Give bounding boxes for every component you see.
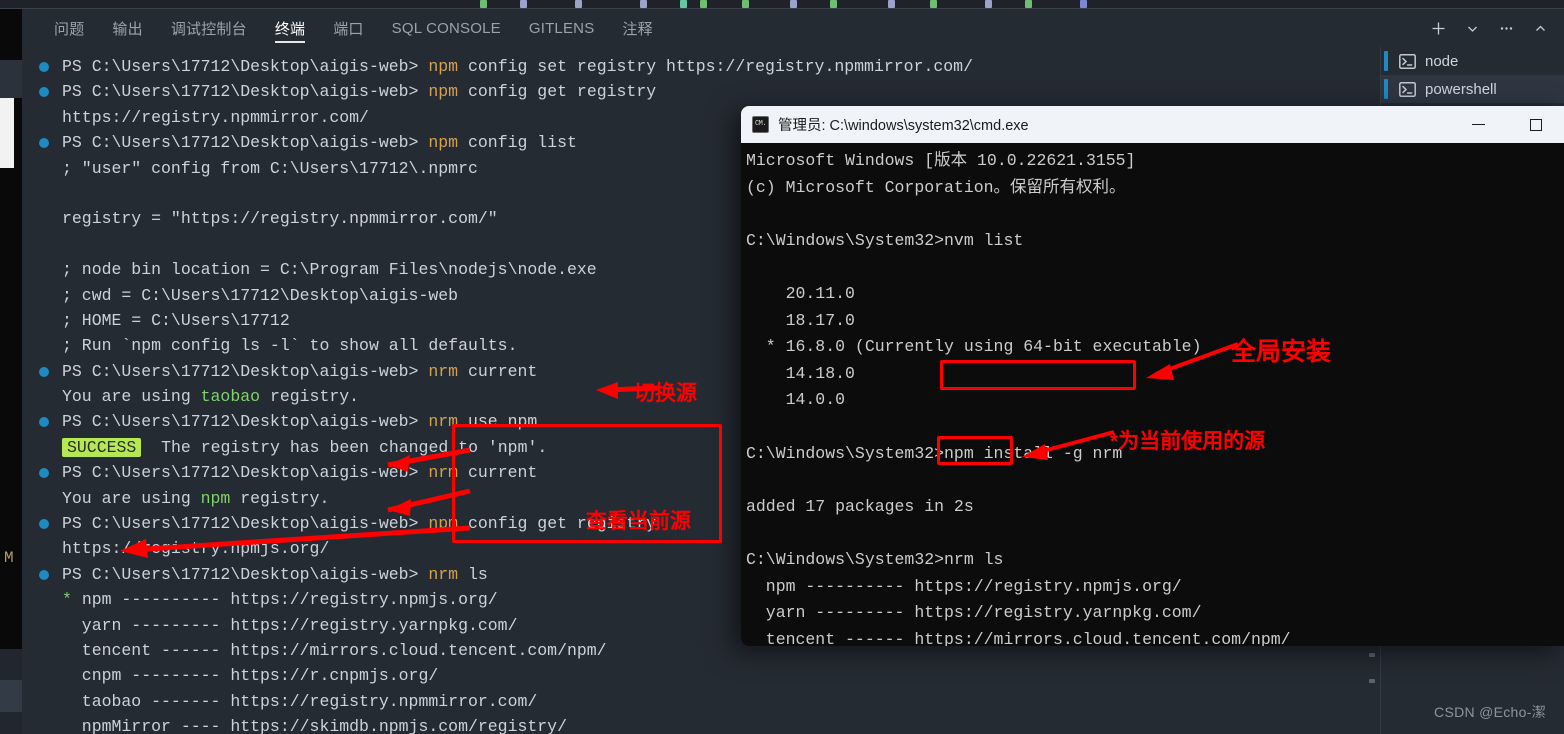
watermark: CSDN @Echo-潔 bbox=[1434, 704, 1546, 720]
editor-glyph bbox=[930, 0, 937, 8]
cmd-line: 20.11.0 bbox=[746, 283, 855, 303]
annotation-label-switch-source: 切换源 bbox=[634, 382, 697, 405]
annotation-label-view-current-source: 查看当前源 bbox=[586, 510, 691, 533]
terminal-line: npmMirror ---- https://skimdb.npmjs.com/… bbox=[62, 717, 567, 734]
tab-label: 调试控制台 bbox=[170, 20, 247, 38]
panel-header-actions bbox=[1424, 9, 1554, 47]
left-strip-highlight bbox=[0, 98, 14, 168]
maximize-button[interactable] bbox=[1507, 106, 1564, 143]
editor-content-sliver bbox=[0, 0, 1564, 8]
cmd-line bbox=[746, 201, 1564, 228]
active-accent bbox=[1384, 79, 1388, 99]
command-decoration-icon bbox=[39, 62, 49, 72]
cmd-output[interactable]: Microsoft Windows [版本 10.0.22621.3155] (c… bbox=[741, 143, 1564, 646]
editor-glyph bbox=[985, 0, 992, 8]
tab-panel-4[interactable]: 端口 bbox=[319, 9, 377, 47]
annotation-box-global-install bbox=[940, 360, 1136, 390]
editor-glyph bbox=[830, 0, 837, 8]
terminal-list-item-powershell[interactable]: powershell bbox=[1381, 75, 1564, 103]
editor-glyph bbox=[790, 0, 797, 8]
editor-glyph bbox=[575, 0, 582, 8]
chevron-up-icon[interactable] bbox=[1526, 14, 1554, 42]
tab-panel-2[interactable]: 调试控制台 bbox=[157, 9, 261, 47]
panel-tabs: 问题 输出 调试控制台 终端 端口 SQL CONSOLE GITLENS 注释 bbox=[22, 9, 667, 47]
cmd-line: yarn --------- https://registry.yarnpkg.… bbox=[746, 603, 1202, 623]
active-accent bbox=[1384, 51, 1388, 71]
command-decoration-icon bbox=[39, 366, 49, 377]
cmd-line: 14.0.0 bbox=[746, 390, 846, 410]
annotation-box-nrm-ls-cmd bbox=[937, 436, 1013, 465]
terminal-list-item-node[interactable]: node bbox=[1381, 47, 1564, 75]
terminal-line: taobao ------- https://registry.npmmirro… bbox=[62, 691, 538, 711]
tab-label: GITLENS bbox=[528, 19, 595, 37]
terminal-icon bbox=[1399, 81, 1416, 97]
editor-glyph bbox=[1080, 0, 1087, 8]
cmd-line: npm ---------- https://registry.npmjs.or… bbox=[746, 576, 1182, 596]
editor-glyph bbox=[888, 0, 895, 8]
cmd-line: added 17 packages in 2s bbox=[746, 496, 974, 516]
minimize-button[interactable] bbox=[1449, 106, 1507, 143]
editor-glyph bbox=[742, 0, 749, 8]
cmd-line: (c) Microsoft Corporation。保留所有权利。 bbox=[746, 177, 1126, 197]
terminal-line: cnpm --------- https://r.cnpmjs.org/ bbox=[62, 666, 439, 686]
command-decoration-icon bbox=[39, 569, 49, 580]
tab-panel-1[interactable]: 输出 bbox=[98, 9, 156, 47]
tab-label: 端口 bbox=[333, 20, 364, 38]
terminal-list-item-label: node bbox=[1425, 52, 1459, 70]
editor-glyph bbox=[480, 0, 487, 8]
editor-glyph bbox=[700, 0, 707, 8]
left-strip-ghost-glyph: M bbox=[4, 549, 14, 567]
cmd-window-buttons bbox=[1449, 106, 1564, 143]
annotation-arrow-star-current bbox=[1022, 430, 1115, 460]
success-badge: SUCCESS bbox=[62, 437, 142, 457]
cmd-line: 18.17.0 bbox=[746, 310, 855, 330]
more-actions-icon[interactable] bbox=[1492, 14, 1520, 42]
tab-label: 问题 bbox=[54, 20, 85, 38]
cmd-line: C:\Windows\System32>nvm list bbox=[746, 230, 1024, 250]
terminal-line: PS C:\Users\17712\Desktop\aigis-web> npm… bbox=[39, 54, 1366, 79]
cmd-app-icon: CM. bbox=[752, 116, 769, 133]
chevron-down-icon[interactable] bbox=[1458, 14, 1486, 42]
command-decoration-icon bbox=[39, 417, 49, 428]
cmd-window-titlebar[interactable]: CM. 管理员: C:\windows\system32\cmd.exe bbox=[741, 106, 1564, 143]
left-rail-selection bbox=[0, 680, 22, 712]
left-rail-lower[interactable] bbox=[0, 649, 22, 734]
annotation-label-global-install: 全局安装 bbox=[1231, 338, 1332, 366]
editor-glyph bbox=[520, 0, 527, 8]
tab-terminal[interactable]: 终端 bbox=[261, 9, 319, 47]
cmd-line bbox=[746, 254, 1564, 281]
tab-label: SQL CONSOLE bbox=[391, 19, 501, 37]
command-decoration-icon bbox=[39, 519, 49, 530]
tab-panel-7[interactable]: 注释 bbox=[608, 9, 666, 47]
editor-glyph bbox=[1025, 0, 1032, 8]
panel-header: 问题 输出 调试控制台 终端 端口 SQL CONSOLE GITLENS 注释 bbox=[22, 9, 1564, 47]
tab-label: 注释 bbox=[622, 20, 653, 38]
command-decoration-icon bbox=[39, 87, 49, 98]
tab-panel-6[interactable]: GITLENS bbox=[515, 9, 609, 47]
tab-label: 终端 bbox=[274, 20, 306, 38]
cmd-line: tencent ------ https://mirrors.cloud.ten… bbox=[746, 629, 1291, 646]
command-decoration-icon bbox=[39, 468, 49, 479]
tab-label: 输出 bbox=[112, 20, 143, 38]
cmd-line bbox=[746, 520, 1564, 547]
annotation-label-star-current: *为当前使用的源 bbox=[1110, 430, 1266, 453]
tab-panel-5[interactable]: SQL CONSOLE bbox=[378, 9, 515, 47]
left-strip-chip bbox=[0, 60, 22, 98]
cmd-window-title: 管理员: C:\windows\system32\cmd.exe bbox=[778, 118, 1029, 134]
cmd-line: C:\Windows\System32>nrm ls bbox=[746, 549, 1004, 569]
new-terminal-icon[interactable] bbox=[1424, 14, 1452, 42]
terminal-icon bbox=[1399, 53, 1416, 69]
terminal-line: PS C:\Users\17712\Desktop\aigis-web> npm… bbox=[39, 79, 1366, 104]
cmd-line: Microsoft Windows [版本 10.0.22621.3155] bbox=[746, 151, 1136, 170]
cmd-line bbox=[746, 467, 1564, 494]
terminal-list-item-label: powershell bbox=[1425, 80, 1497, 98]
annotation-arrow-nrm-ls bbox=[120, 525, 471, 558]
editor-glyph bbox=[640, 0, 647, 8]
tab-panel-0[interactable]: 问题 bbox=[40, 9, 98, 47]
command-decoration-icon bbox=[39, 138, 49, 149]
editor-glyph bbox=[680, 0, 687, 8]
